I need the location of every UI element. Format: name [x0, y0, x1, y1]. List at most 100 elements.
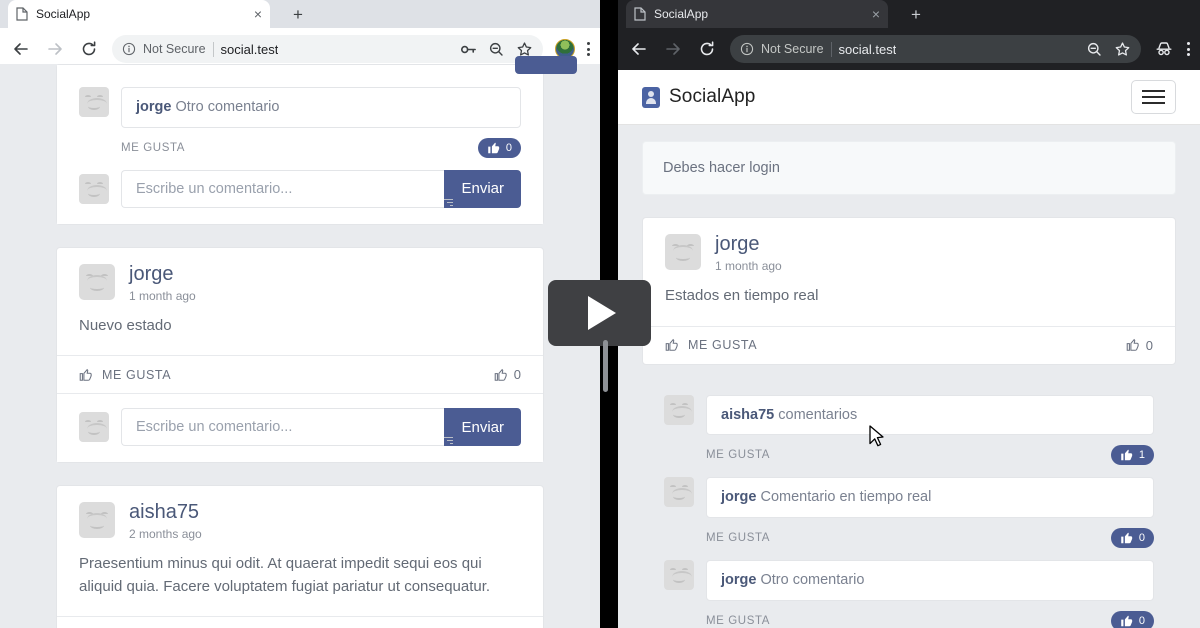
three-dot-menu-icon[interactable]: [1187, 42, 1190, 56]
three-dot-menu-icon[interactable]: [587, 42, 590, 56]
post-author-name[interactable]: jorge: [129, 263, 196, 285]
comment-like-button[interactable]: ME GUSTA: [121, 142, 185, 154]
comment-like-pill[interactable]: 0: [477, 137, 521, 158]
play-button-overlay[interactable]: [548, 280, 651, 346]
post-author-name[interactable]: jorge: [715, 234, 782, 255]
right-omnibox[interactable]: Not Secure social.test: [730, 35, 1141, 63]
comment-like-pill[interactable]: 0: [1110, 528, 1154, 549]
comment-author[interactable]: jorge: [721, 572, 756, 588]
mouse-cursor: [869, 425, 886, 454]
comment-meta: ME GUSTA 0: [664, 605, 1154, 628]
left-security-label: Not Secure: [143, 42, 206, 56]
post-footer: TE GUSTA 1: [57, 616, 543, 628]
left-url-text: social.test: [220, 41, 279, 57]
partial-post-card: jorge Otro comentario ME GUSTA 0 Escribe…: [56, 56, 577, 225]
left-new-tab-button[interactable]: +: [286, 4, 310, 26]
left-tab-title: SocialApp: [36, 7, 91, 21]
thumb-up-outline-icon: [79, 368, 92, 381]
comment-row: jorge Comentario en tiempo real: [664, 477, 1154, 519]
left-tab-close-icon[interactable]: ×: [254, 7, 262, 21]
right-browser-tab[interactable]: SocialApp ×: [626, 0, 888, 28]
post-body: Estados en tiempo real: [665, 287, 819, 304]
reload-icon[interactable]: [78, 38, 100, 60]
left-scrollbar-thumb[interactable]: [603, 340, 608, 392]
post-like-counter: 0: [1126, 338, 1153, 353]
post-timestamp: 1 month ago: [715, 259, 782, 273]
post-card: aisha75 2 months ago Praesentium minus q…: [56, 485, 544, 628]
back-icon[interactable]: [10, 38, 32, 60]
bookmark-star-icon[interactable]: [516, 41, 533, 58]
thumb-up-filled-icon: [1121, 450, 1133, 461]
post-author-avatar[interactable]: [79, 263, 115, 300]
left-omnibox[interactable]: Not Secure social.test: [112, 35, 543, 63]
post-timestamp: 1 month ago: [129, 288, 196, 303]
comment-like-button[interactable]: ME GUSTA: [706, 615, 770, 627]
comment-avatar: [664, 477, 694, 508]
post-like-button[interactable]: ME GUSTA: [665, 338, 757, 352]
comment-avatar: [79, 87, 109, 117]
comment-input[interactable]: [121, 408, 445, 447]
post-body: Nuevo estado: [79, 316, 172, 334]
page-icon: [634, 7, 646, 21]
post-author-name[interactable]: aisha75: [129, 502, 202, 523]
bookmark-star-icon[interactable]: [1114, 41, 1131, 58]
right-omnibox-icons: [1086, 41, 1131, 58]
post-author-avatar[interactable]: [79, 502, 115, 539]
comment-text: jorge Comentario en tiempo real: [706, 477, 1154, 519]
current-user-avatar: [79, 412, 109, 443]
comment-text: jorge Otro comentario: [706, 560, 1154, 602]
comment-like-button[interactable]: ME GUSTA: [706, 449, 770, 461]
comment-like-pill[interactable]: 1: [1110, 445, 1154, 466]
left-browser-window: SocialApp × + Not Secure social.test jor…: [0, 0, 600, 628]
info-circle-icon: [740, 42, 754, 56]
post-like-label: ME GUSTA: [688, 338, 758, 352]
right-browser-window: SocialApp × + Not Secure social.test Soc…: [618, 0, 1200, 628]
right-new-tab-button[interactable]: +: [904, 4, 928, 26]
comment-author[interactable]: jorge: [136, 99, 171, 115]
omnibox-divider: [212, 41, 214, 57]
zoom-out-icon[interactable]: [488, 41, 505, 58]
left-tab-strip: SocialApp × +: [0, 0, 600, 28]
comment-author[interactable]: jorge: [721, 489, 756, 505]
right-browser-toolbar: Not Secure social.test: [618, 28, 1200, 70]
current-user-avatar: [79, 173, 109, 204]
incognito-icon[interactable]: [1153, 38, 1175, 60]
comment-author[interactable]: aisha75: [721, 407, 774, 423]
send-comment-button[interactable]: Enviar: [444, 408, 521, 447]
comment-meta: ME GUSTA 0: [664, 522, 1154, 560]
hamburger-menu-button[interactable]: [1131, 80, 1176, 114]
comment-input[interactable]: [121, 169, 445, 208]
comment-like-count: 1: [1138, 449, 1145, 462]
thumb-up-outline-icon: [665, 338, 678, 351]
comment-input-group: Enviar: [121, 169, 521, 208]
post-like-label: ME GUSTA: [102, 367, 172, 382]
comment-row: aisha75 comentarios: [664, 394, 1154, 436]
comment-body: Otro comentario: [175, 99, 280, 115]
post-author-info: jorge 1 month ago: [129, 263, 196, 303]
play-icon: [588, 296, 616, 330]
comment-like-count: 0: [505, 141, 512, 154]
cut-off-send-button[interactable]: [515, 56, 577, 74]
right-tab-close-icon[interactable]: ×: [872, 7, 880, 21]
partial-comment-list: jorge Otro comentario ME GUSTA 0 Escribe…: [57, 65, 543, 224]
left-feed: jorge Otro comentario ME GUSTA 0 Escribe…: [0, 56, 600, 628]
post-author-avatar[interactable]: [665, 234, 701, 270]
back-icon[interactable]: [628, 38, 650, 60]
right-page-content: SocialApp Debes hacer login jorge 1 mont…: [618, 70, 1200, 628]
right-tab-title: SocialApp: [654, 7, 709, 21]
post-like-button[interactable]: ME GUSTA: [79, 368, 171, 382]
comment-like-button[interactable]: ME GUSTA: [706, 532, 770, 544]
reload-icon[interactable]: [696, 38, 718, 60]
zoom-out-icon[interactable]: [1086, 41, 1103, 58]
post-header: jorge 1 month ago: [643, 218, 1175, 281]
comment-like-pill[interactable]: 0: [1110, 611, 1154, 628]
app-navbar: SocialApp: [618, 70, 1200, 125]
thumb-up-filled-icon: [488, 142, 500, 154]
key-icon[interactable]: [460, 41, 477, 58]
comment-avatar: [664, 560, 694, 591]
page-icon: [16, 7, 28, 21]
contact-card-icon: [642, 86, 660, 108]
left-browser-tab[interactable]: SocialApp ×: [8, 0, 270, 28]
send-comment-button[interactable]: Enviar: [444, 169, 521, 208]
app-brand[interactable]: SocialApp: [642, 86, 755, 108]
